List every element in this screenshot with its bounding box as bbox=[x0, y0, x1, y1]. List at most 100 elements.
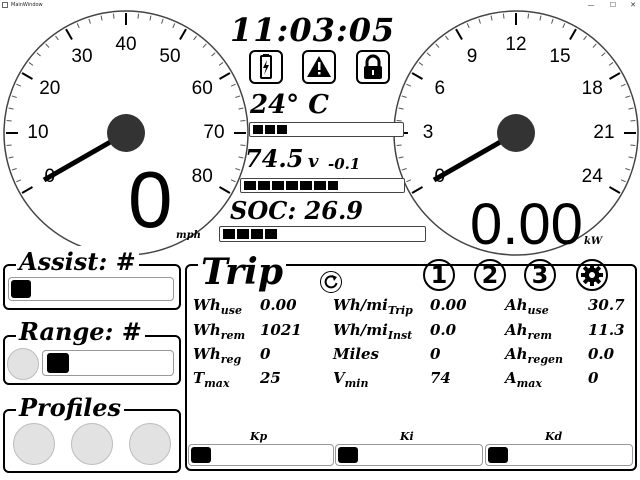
trip-stat-label: Amax bbox=[505, 369, 542, 390]
speed-minor-tick bbox=[193, 35, 197, 41]
range-slider-handle[interactable] bbox=[47, 353, 69, 373]
speed-minor-tick bbox=[230, 83, 236, 87]
power-tick-label: 15 bbox=[549, 45, 571, 67]
assist-slider-handle[interactable] bbox=[11, 280, 31, 298]
power-minor-tick bbox=[398, 107, 404, 110]
pid-kp-label: Kp bbox=[250, 430, 268, 443]
profile-button-2[interactable] bbox=[71, 423, 113, 465]
speed-minor-tick bbox=[161, 18, 164, 24]
speed-tick-label: 20 bbox=[39, 78, 61, 99]
power-minor-tick bbox=[562, 23, 566, 29]
pid-ki-slider[interactable] bbox=[335, 444, 483, 466]
trip-stat-label: Wh/miInst bbox=[333, 321, 413, 342]
power-minor-tick bbox=[620, 83, 626, 87]
speed-major-tick bbox=[179, 28, 187, 40]
power-major-tick bbox=[455, 28, 463, 40]
speed-minor-tick bbox=[240, 119, 246, 122]
speed-tick-label: 30 bbox=[71, 45, 93, 67]
power-minor-tick bbox=[630, 144, 636, 147]
pid-kp-slider[interactable] bbox=[188, 444, 334, 466]
trip-stat-value: 25 bbox=[260, 369, 281, 387]
speed-minor-tick bbox=[235, 95, 241, 98]
speed-minor-tick bbox=[11, 168, 17, 171]
speed-tick-label: 50 bbox=[159, 45, 181, 67]
power-major-tick bbox=[569, 28, 577, 40]
power-minor-tick bbox=[502, 13, 505, 19]
speed-tick-label: 0 bbox=[44, 166, 56, 187]
power-tick-label: 18 bbox=[581, 78, 603, 99]
speed-minor-tick bbox=[149, 15, 152, 21]
trip-1-button[interactable]: 1 bbox=[423, 259, 455, 291]
temperature-bar-segment bbox=[277, 125, 287, 134]
power-minor-tick bbox=[435, 43, 440, 48]
voltage-delta: -0.1 bbox=[328, 155, 361, 173]
voltage-bar-segment bbox=[272, 181, 284, 190]
profiles-label: Profiles bbox=[16, 392, 125, 424]
speed-minor-tick bbox=[235, 168, 241, 171]
power-minor-tick bbox=[620, 179, 626, 183]
refresh-button[interactable] bbox=[320, 271, 342, 293]
trip-stat-label: Whrem bbox=[193, 321, 246, 342]
power-needle-hub bbox=[497, 114, 535, 152]
speed-minor-tick bbox=[211, 52, 216, 57]
range-slider[interactable] bbox=[42, 350, 174, 376]
power-minor-tick bbox=[418, 62, 424, 66]
speed-minor-tick bbox=[172, 23, 176, 29]
power-minor-tick bbox=[628, 107, 634, 110]
temperature-bar bbox=[249, 122, 404, 137]
trip-3-button[interactable]: 3 bbox=[524, 259, 556, 291]
speed-needle-hub bbox=[107, 114, 145, 152]
trip-stat-value: 0.00 bbox=[430, 296, 467, 314]
trip-stat-value: 0.00 bbox=[260, 296, 297, 314]
power-minor-tick bbox=[625, 168, 631, 171]
lock-status-button[interactable] bbox=[356, 50, 390, 84]
pid-kd-slider[interactable] bbox=[485, 444, 633, 466]
power-minor-tick bbox=[527, 13, 530, 19]
temperature-value: 24° C bbox=[250, 90, 329, 120]
speed-minor-tick bbox=[16, 179, 22, 183]
speed-minor-tick bbox=[8, 156, 14, 159]
trip-2-button[interactable]: 2 bbox=[474, 259, 506, 291]
warning-status-button[interactable] bbox=[302, 50, 336, 84]
voltage-bar-segment bbox=[258, 181, 270, 190]
trip-stat-label: Miles bbox=[333, 345, 379, 363]
power-unit: kW bbox=[584, 236, 603, 247]
trip-stat-label: Wh/miTrip bbox=[333, 296, 413, 317]
power-tick-label: 12 bbox=[505, 34, 527, 55]
power-minor-tick bbox=[466, 23, 470, 29]
battery-status-button[interactable] bbox=[249, 50, 283, 84]
power-minor-tick bbox=[426, 52, 431, 57]
voltage-bar-segment bbox=[286, 181, 298, 190]
assist-slider[interactable] bbox=[8, 277, 174, 301]
pid-ki-label: Ki bbox=[400, 430, 414, 443]
power-minor-tick bbox=[401, 95, 407, 98]
power-minor-tick bbox=[608, 62, 614, 66]
speed-minor-tick bbox=[16, 83, 22, 87]
power-minor-tick bbox=[628, 156, 634, 159]
warning-icon bbox=[307, 56, 331, 77]
voltage-unit: v bbox=[308, 151, 319, 172]
temperature-bar-segment bbox=[265, 125, 275, 134]
power-minor-tick bbox=[601, 52, 606, 57]
soc-bar-segment bbox=[237, 229, 249, 239]
profile-button-1[interactable] bbox=[13, 423, 55, 465]
refresh-icon bbox=[324, 275, 338, 289]
pid-kd-slider-handle[interactable] bbox=[488, 447, 508, 463]
pid-ki-slider-handle[interactable] bbox=[338, 447, 358, 463]
speed-minor-tick bbox=[137, 13, 140, 19]
range-mode-button[interactable] bbox=[7, 348, 39, 380]
speed-tick-label: 80 bbox=[191, 166, 213, 187]
pid-kp-slider-handle[interactable] bbox=[191, 447, 211, 463]
soc-bar-segment bbox=[223, 229, 235, 239]
speed-major-tick bbox=[65, 28, 73, 40]
profile-button-3[interactable] bbox=[129, 423, 171, 465]
speed-tick-label: 70 bbox=[203, 122, 225, 143]
speed-minor-tick bbox=[218, 62, 224, 66]
soc-bar-segment bbox=[265, 229, 277, 239]
speed-minor-tick bbox=[202, 43, 207, 48]
settings-button[interactable] bbox=[576, 259, 608, 291]
power-minor-tick bbox=[396, 144, 402, 147]
speed-minor-tick bbox=[11, 95, 17, 98]
speed-tick-label: 60 bbox=[191, 78, 213, 99]
speed-minor-tick bbox=[238, 156, 244, 159]
